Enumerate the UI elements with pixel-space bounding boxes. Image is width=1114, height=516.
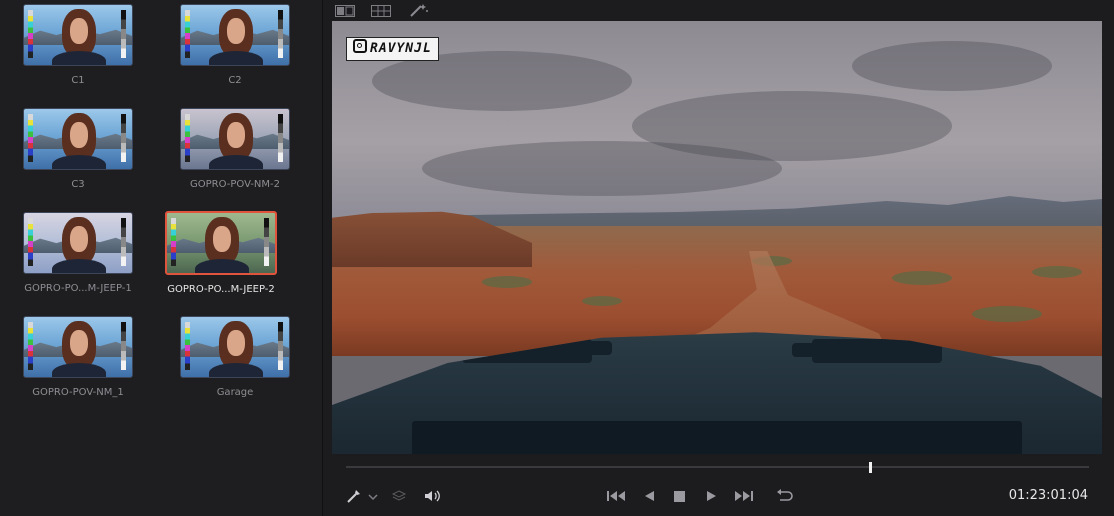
gray-scale-bar [278,114,283,162]
color-picker-icon[interactable] [346,488,362,504]
still-c3[interactable]: C3 [0,108,156,190]
color-chart-bar [28,322,33,370]
gray-scale-bar [264,218,269,266]
sky [332,21,1102,221]
still-thumbnail-selected[interactable] [165,211,277,275]
still-gopro-pov-nm-1[interactable]: GOPRO-POV-NM_1 [0,316,156,398]
still-thumbnail[interactable] [23,108,133,170]
speaker-icon[interactable] [423,488,441,504]
color-chart-bar [171,218,176,266]
viewer-toolbar [323,0,1114,20]
color-chart-bar [185,10,190,58]
split-screen-icon[interactable] [335,2,355,17]
gray-scale-bar [121,218,126,266]
playhead[interactable] [868,462,872,473]
watermark-badge: RAVYNJL [346,37,439,61]
still-garage[interactable]: Garage [157,316,313,398]
reverse-play-icon[interactable] [642,488,656,504]
still-thumbnail[interactable] [180,316,290,378]
play-icon[interactable] [704,488,718,504]
still-label: Garage [216,387,254,398]
gray-scale-bar [121,322,126,370]
color-chart-bar [28,114,33,162]
color-chart-bar [28,218,33,266]
still-thumbnail[interactable] [180,4,290,66]
layers-icon[interactable] [391,488,407,504]
still-thumbnail[interactable] [23,316,133,378]
color-chart-bar [28,10,33,58]
still-thumbnail[interactable] [180,108,290,170]
chevron-down-icon[interactable] [368,488,378,504]
last-frame-icon[interactable] [734,488,754,504]
instagram-icon [353,39,367,53]
watermark-text: RAVYNJL [370,41,432,56]
still-label: C3 [71,179,85,190]
still-label: GOPRO-POV-NM_1 [32,387,124,398]
first-frame-icon[interactable] [606,488,626,504]
gray-scale-bar [121,10,126,58]
loop-icon[interactable] [772,488,794,504]
still-c1[interactable]: C1 [0,4,156,86]
gray-scale-bar [121,114,126,162]
gray-scale-bar [278,10,283,58]
grid-icon[interactable] [371,2,391,17]
still-label: C2 [228,75,242,86]
still-label: GOPRO-PO...M-JEEP-1 [24,283,132,294]
timecode-display: 01:23:01:04 [1008,488,1088,503]
still-gopro-jeep-2[interactable]: GOPRO-PO...M-JEEP-2 [143,211,299,295]
stills-gallery: C1 C2 C3 GOPRO-POV-NM-2 GOPRO-PO...M-JEE… [0,0,322,516]
panel-divider[interactable] [322,0,323,516]
color-chart-bar [185,114,190,162]
still-thumbnail[interactable] [23,4,133,66]
scrubber-track[interactable] [346,466,1089,468]
still-label: C1 [71,75,85,86]
still-label: GOPRO-PO...M-JEEP-2 [167,284,275,295]
still-gopro-pov-nm-2[interactable]: GOPRO-POV-NM-2 [157,108,313,190]
still-gopro-jeep-1[interactable]: GOPRO-PO...M-JEEP-1 [0,212,156,294]
stop-icon[interactable] [673,488,687,504]
gray-scale-bar [278,322,283,370]
still-c2[interactable]: C2 [157,4,313,86]
magic-wand-icon[interactable] [409,2,429,17]
viewer-image[interactable]: RAVYNJL [332,21,1102,454]
color-chart-bar [185,322,190,370]
still-thumbnail[interactable] [23,212,133,274]
still-label: GOPRO-POV-NM-2 [189,179,281,190]
